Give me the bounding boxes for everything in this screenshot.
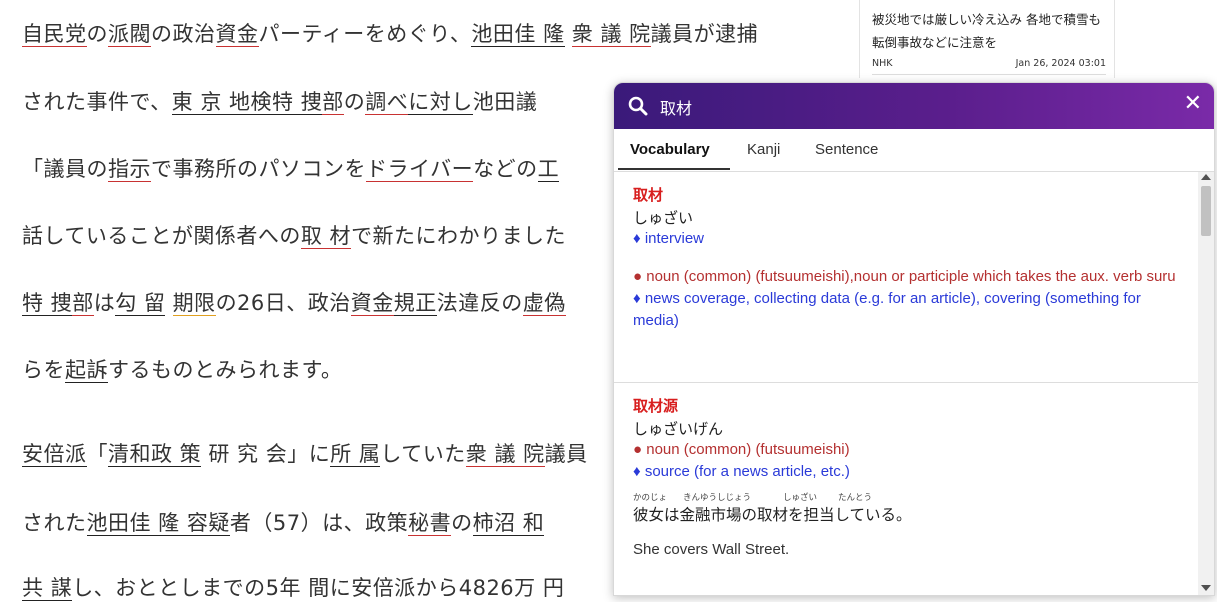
article-line: らを起訴するものとみられます。	[22, 358, 343, 383]
furigana: しゅざい	[783, 493, 818, 503]
word-link[interactable]: 衆 議 院	[571, 22, 651, 47]
example-translation: She covers Wall Street.	[633, 541, 790, 558]
divider	[872, 74, 1106, 75]
word-link[interactable]: 派閥	[108, 22, 151, 47]
active-tab-indicator	[618, 168, 730, 170]
word-link[interactable]: 池田佳 隆	[471, 22, 565, 47]
entry-gloss: ♦ interview	[633, 230, 705, 247]
word-link[interactable]: 池田佳 隆 容疑	[86, 511, 230, 536]
article-line: された事件で、東 京 地検特 捜部の調べに対し池田議	[22, 90, 538, 115]
entry-word: 取材源	[633, 397, 679, 415]
entry-gloss: ♦ news coverage, collecting data (e.g. f…	[633, 290, 1141, 329]
word-link[interactable]: 部	[72, 291, 94, 316]
word-link[interactable]: 特 捜	[22, 291, 73, 316]
vocab-entry[interactable]: 取材源 しゅざいげん ● noun (common) (futsuumeishi…	[633, 395, 1188, 558]
dictionary-popup: 取材 ✕ Vocabulary Kanji Sentence 取材 しゅざい ♦…	[613, 82, 1215, 596]
word-link[interactable]: に対し	[408, 90, 473, 115]
word-link[interactable]: 所 属	[330, 442, 381, 467]
article-line: 自民党の派閥の政治資金パーティーをめぐり、池田佳 隆 衆 議 院議員が逮捕	[22, 22, 759, 47]
entry-pos: ● noun (common) (futsuumeishi),noun or p…	[633, 268, 1176, 285]
article-line: 特 捜部は勾 留 期限の26日、政治資金規正法違反の虚偽	[22, 291, 566, 316]
furigana: かのじょ	[633, 493, 668, 503]
entry-word: 取材	[633, 186, 664, 204]
news-source: NHK	[872, 58, 893, 69]
divider	[614, 382, 1198, 383]
news-headline[interactable]: 被災地では厳しい冷え込み 各地で積雪も 転倒事故などに注意を	[872, 8, 1104, 54]
word-link[interactable]: 自民党	[22, 22, 87, 47]
word-link[interactable]: 期限	[172, 291, 216, 316]
example-sentence: 彼女は金融市場の取材を担当している。	[633, 506, 912, 524]
word-link[interactable]: 規正	[393, 291, 437, 316]
article-line: 「議員の指示で事務所のパソコンをドライバーなどの工	[22, 157, 560, 182]
results-list: 取材 しゅざい ♦ interview ● noun (common) (fut…	[614, 172, 1198, 595]
word-link[interactable]: 資金	[215, 22, 259, 47]
scroll-up-icon[interactable]	[1201, 174, 1211, 180]
furigana: たんとう	[838, 493, 873, 503]
article-line: 話していることが関係者への取 材で新たにわかりました	[22, 224, 567, 249]
furigana: きんゆうしじょう	[683, 493, 752, 503]
vocab-entry[interactable]: 取材 しゅざい ♦ interview ● noun (common) (fut…	[633, 184, 1188, 332]
news-meta: NHK Jan 26, 2024 03:01	[872, 58, 1106, 69]
close-icon[interactable]: ✕	[1184, 91, 1202, 116]
search-query[interactable]: 取材	[660, 95, 692, 119]
word-link[interactable]: 部	[322, 90, 344, 115]
word-link[interactable]: 共 謀	[22, 576, 73, 601]
word-link[interactable]: 柿沼 和	[472, 511, 545, 536]
word-link[interactable]: 起訴	[65, 358, 108, 383]
popup-header: 取材 ✕	[614, 83, 1214, 129]
word-link[interactable]: 勾 留	[115, 291, 166, 316]
word-link[interactable]: 取 材	[300, 224, 352, 249]
article-line: 共 謀し、おととしまでの5年 間に安倍派から4826万 円	[22, 576, 565, 601]
entry-gloss: ♦ source (for a news article, etc.)	[633, 463, 850, 480]
scroll-thumb[interactable]	[1201, 186, 1211, 236]
word-link[interactable]: 虚偽	[522, 291, 566, 316]
tab-kanji[interactable]: Kanji	[747, 141, 780, 158]
word-link[interactable]: ドライバー	[366, 157, 474, 182]
scrollbar[interactable]	[1198, 172, 1214, 595]
word-link[interactable]: 秘書	[408, 511, 452, 536]
entry-reading: しゅざい	[633, 209, 694, 227]
word-link[interactable]: 工	[537, 157, 560, 182]
word-link[interactable]: 指示	[108, 157, 151, 182]
sidebar-news-card[interactable]: 被災地では厳しい冷え込み 各地で積雪も 転倒事故などに注意を NHK Jan 2…	[859, 0, 1115, 78]
tab-bar: Vocabulary Kanji Sentence	[614, 129, 1214, 172]
tab-vocabulary[interactable]: Vocabulary	[630, 141, 710, 158]
article-line: 安倍派「清和政 策 研 究 会」に所 属していた衆 議 院議員	[22, 442, 588, 467]
example-sentence-block: かのじょ きんゆうしじょう しゅざい たんとう 彼女は金融市場の取材を担当してい…	[633, 493, 1188, 525]
word-link[interactable]: 衆 議 院	[465, 442, 545, 467]
word-link[interactable]: 調べ	[365, 90, 409, 115]
search-icon	[628, 96, 648, 116]
article-line: された池田佳 隆 容疑者（57）は、政策秘書の柿沼 和	[22, 511, 545, 536]
word-link[interactable]: 清和政 策	[108, 442, 202, 467]
tab-sentence[interactable]: Sentence	[815, 141, 878, 158]
news-date: Jan 26, 2024 03:01	[1015, 58, 1106, 69]
entry-pos: ● noun (common) (futsuumeishi)	[633, 441, 850, 458]
word-link[interactable]: 資金	[350, 291, 394, 316]
word-link[interactable]: 東 京 地検特 捜	[171, 90, 323, 115]
entry-reading: しゅざいげん	[633, 420, 724, 438]
word-link[interactable]: 安倍派	[22, 442, 87, 467]
scroll-down-icon[interactable]	[1201, 585, 1211, 591]
